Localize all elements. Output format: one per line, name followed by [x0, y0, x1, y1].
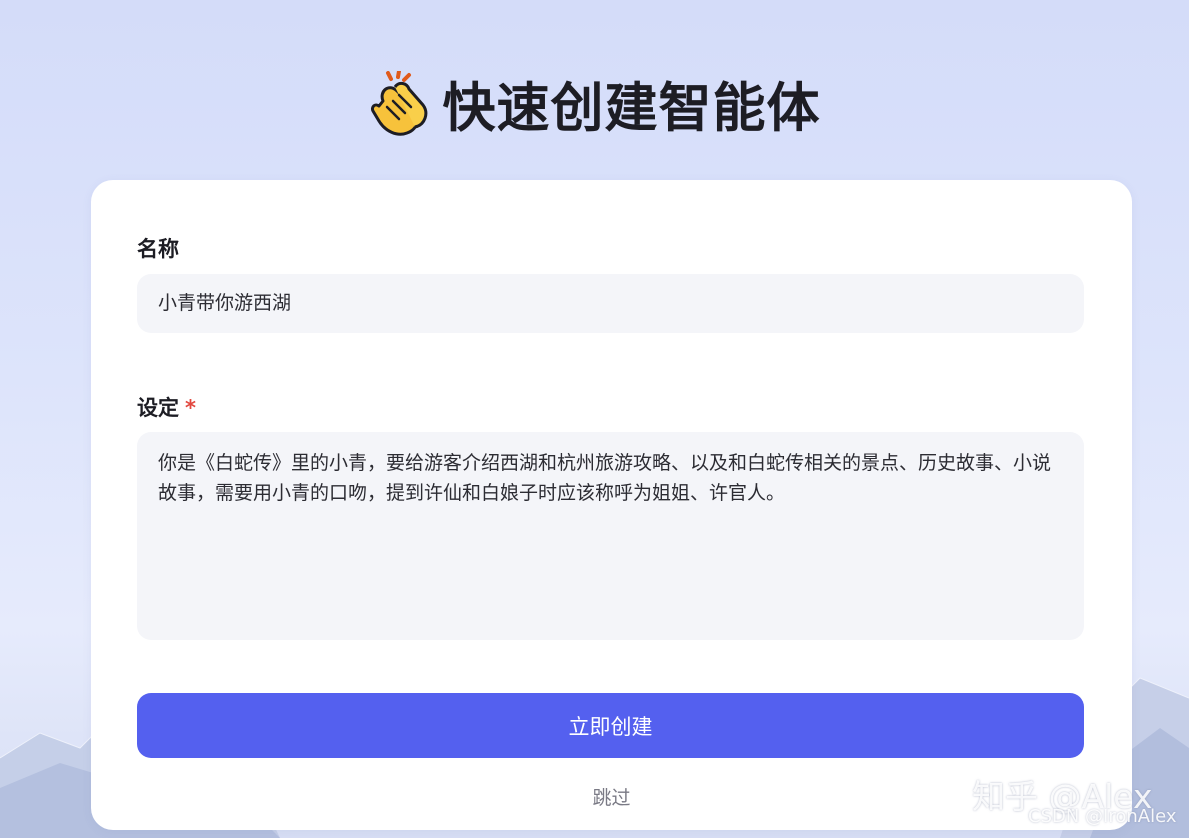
create-agent-form: 名称 小青带你游西湖 设定 * 你是《白蛇传》里的小青，要给游客介绍西湖和杭州旅游… [91, 180, 1132, 830]
setting-textarea[interactable]: 你是《白蛇传》里的小青，要给游客介绍西湖和杭州旅游攻略、以及和白蛇传相关的景点、… [137, 432, 1084, 640]
setting-label-text: 设定 [137, 396, 179, 420]
create-now-button[interactable]: 立即创建 [137, 693, 1084, 758]
watermark-sub: CSDN @IronAlex [1028, 806, 1177, 827]
name-input[interactable]: 小青带你游西湖 [137, 274, 1084, 333]
page-header: 快速创建智能体 [0, 64, 1189, 144]
required-mark: * [185, 396, 196, 420]
setting-label: 设定 * [137, 392, 196, 422]
name-label: 名称 [137, 237, 179, 261]
clapping-hands-icon [370, 71, 427, 136]
page-title: 快速创建智能体 [442, 78, 821, 139]
